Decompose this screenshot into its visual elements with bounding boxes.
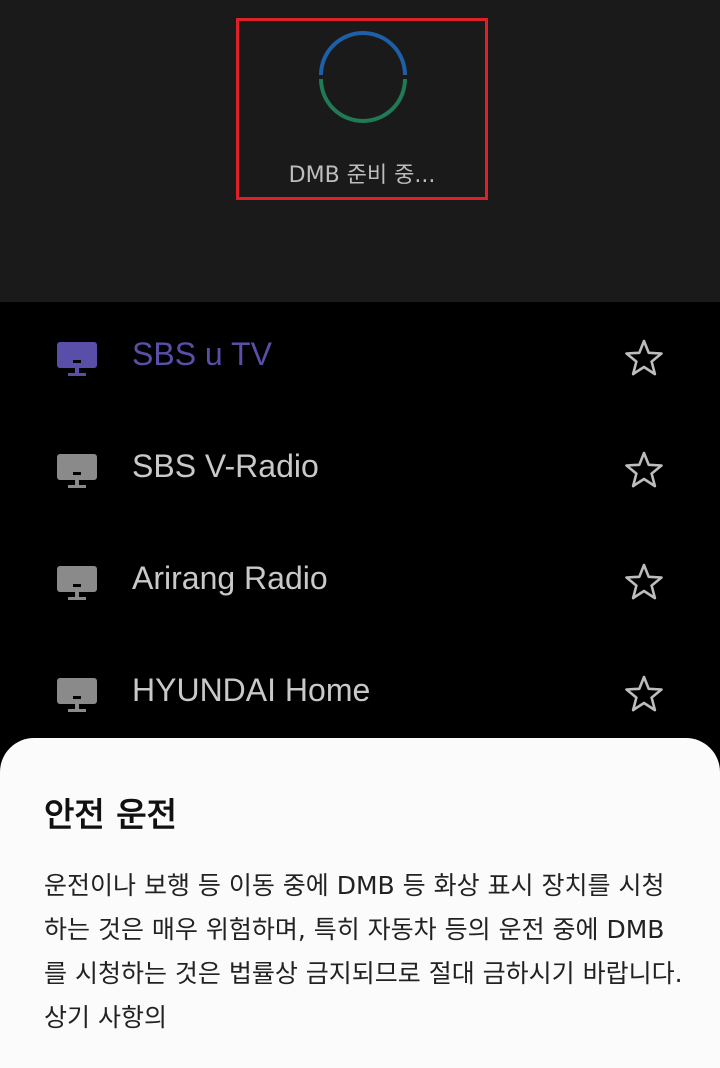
channel-name: Arirang Radio: [132, 560, 328, 596]
video-player-area: DMB 준비 중...: [0, 0, 720, 302]
loading-text: DMB 준비 중...: [288, 163, 436, 188]
channel-name: SBS V-Radio: [132, 448, 319, 484]
sheet-body-text: 운전이나 보행 등 이동 중에 DMB 등 화상 표시 장치를 시청하는 것은 …: [44, 871, 683, 1032]
sheet-title: 안전 운전: [44, 795, 177, 834]
tv-icon: [57, 454, 97, 488]
channel-list: SBS u TV SBS V-Radio Arirang Radio HYUND…: [0, 302, 720, 750]
tv-icon: [57, 342, 97, 376]
loading-indicator-box: DMB 준비 중...: [236, 18, 488, 200]
favorite-star-icon[interactable]: [624, 562, 664, 602]
favorite-star-icon[interactable]: [624, 338, 664, 378]
channel-row[interactable]: SBS V-Radio: [0, 414, 720, 526]
channel-name: SBS u TV: [132, 336, 272, 372]
channel-row[interactable]: HYUNDAI Home: [0, 638, 720, 750]
favorite-star-icon[interactable]: [624, 674, 664, 714]
loading-spinner-icon: [319, 31, 407, 123]
channel-name: HYUNDAI Home: [132, 672, 371, 708]
favorite-star-icon[interactable]: [624, 450, 664, 490]
safety-notice-sheet: 안전 운전 운전이나 보행 등 이동 중에 DMB 등 화상 표시 장치를 시청…: [0, 738, 720, 1068]
tv-icon: [57, 678, 97, 712]
channel-row[interactable]: Arirang Radio: [0, 526, 720, 638]
channel-row[interactable]: SBS u TV: [0, 302, 720, 414]
tv-icon: [57, 566, 97, 600]
